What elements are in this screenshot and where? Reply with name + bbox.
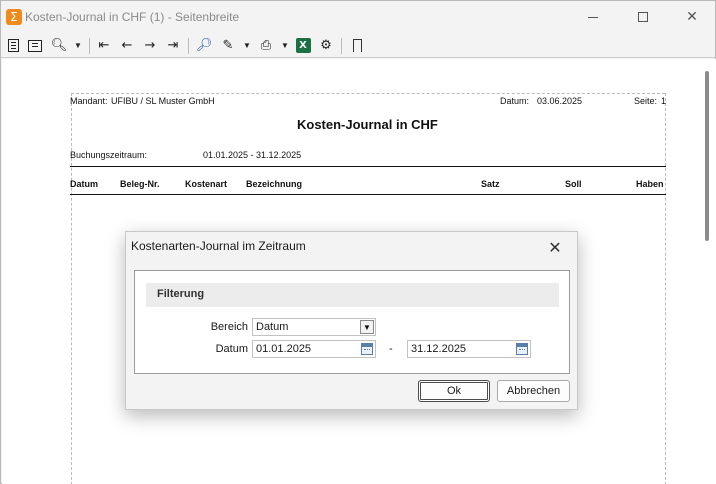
- print-dropdown-caret[interactable]: ▼: [281, 37, 289, 55]
- column-header-datum: Datum: [70, 179, 99, 189]
- maximize-button[interactable]: [620, 1, 666, 33]
- single-page-icon: [7, 39, 19, 52]
- column-header-haben: Haben: [636, 179, 664, 189]
- page-width-icon: [28, 39, 42, 52]
- report-date-value: 03.06.2025: [537, 96, 583, 106]
- settings-icon: ⚙: [320, 38, 332, 53]
- dialog-close-button[interactable]: ✕: [544, 237, 566, 259]
- edit-dropdown-caret[interactable]: ▼: [243, 37, 251, 55]
- title-bar: Σ Kosten-Journal in CHF (1) - Seitenbrei…: [1, 1, 715, 33]
- print-icon: ⎙: [260, 38, 272, 53]
- calendar-icon[interactable]: [361, 343, 373, 355]
- last-page-icon: ⇥: [167, 38, 179, 53]
- previous-page-icon: ←: [121, 38, 133, 53]
- maximize-icon: [638, 12, 648, 22]
- period-label: Buchungszeitraum:: [70, 150, 148, 160]
- settings-button[interactable]: ⚙: [317, 37, 335, 55]
- minimize-button[interactable]: [570, 1, 616, 33]
- period-value: 01.01.2025 - 31.12.2025: [203, 150, 302, 160]
- preview-toolbar: 🔍︎ ▼ ⇤ ← → ⇥ 🔎︎ ✎ ▼ ⎙ ▼ X ⚙: [1, 34, 715, 58]
- header-rule-top: [70, 166, 666, 167]
- column-header-bezeichnung: Bezeichnung: [246, 179, 303, 189]
- first-page-icon: ⇤: [98, 38, 110, 53]
- bereich-select-value: Datum: [256, 321, 289, 333]
- window-title: Kosten-Journal in CHF (1) - Seitenbreite: [25, 10, 240, 24]
- exit-icon: [352, 39, 362, 52]
- mandant-label: Mandant:: [70, 96, 108, 106]
- date-to-field[interactable]: 31.12.2025: [407, 340, 531, 358]
- bereich-select[interactable]: Datum ▼: [252, 318, 376, 336]
- column-header-soll: Soll: [565, 179, 582, 189]
- report-preview-window: Σ Kosten-Journal in CHF (1) - Seitenbrei…: [0, 0, 716, 484]
- ok-button[interactable]: Ok: [418, 380, 490, 402]
- last-page-button[interactable]: ⇥: [164, 37, 182, 55]
- column-header-beleg: Beleg-Nr.: [120, 179, 160, 189]
- toolbar-separator: [89, 38, 90, 54]
- close-icon: ✕: [686, 9, 698, 25]
- page-margin-right: [665, 93, 666, 484]
- search-button[interactable]: 🔎︎: [195, 37, 213, 55]
- date-from-field[interactable]: 01.01.2025: [252, 340, 376, 358]
- single-page-button[interactable]: [4, 37, 22, 55]
- page-margin-top: [71, 93, 665, 94]
- page-label: Seite:: [634, 96, 658, 106]
- page-number: 1: [661, 96, 667, 106]
- first-page-button[interactable]: ⇤: [95, 37, 113, 55]
- filter-group-title: Filterung: [157, 288, 205, 300]
- app-sigma-icon: Σ: [6, 9, 22, 25]
- mandant-value: UFIBU / SL Muster GmbH: [111, 96, 215, 106]
- bereich-label: Bereich: [210, 321, 248, 333]
- vertical-scrollbar[interactable]: [705, 71, 709, 241]
- ok-button-label: Ok: [446, 385, 462, 397]
- excel-export-icon: X: [295, 38, 311, 53]
- search-icon: 🔎︎: [195, 38, 213, 53]
- next-page-button[interactable]: →: [141, 37, 159, 55]
- previous-page-button[interactable]: ←: [118, 37, 136, 55]
- datum-label: Datum: [215, 343, 248, 355]
- filter-panel: Filterung Bereich Datum ▼ Datum 01.01.20…: [134, 270, 570, 374]
- minimize-icon: [588, 16, 598, 18]
- close-icon: ✕: [548, 238, 562, 257]
- toolbar-separator: [341, 38, 342, 54]
- edit-button[interactable]: ✎: [219, 37, 237, 55]
- date-to-value: 31.12.2025: [411, 343, 467, 355]
- date-from-value: 01.01.2025: [256, 343, 312, 355]
- toolbar-separator: [188, 38, 189, 54]
- journal-filter-dialog: Kostenarten-Journal im Zeitraum ✕ Filter…: [125, 231, 578, 410]
- column-header-kostenart: Kostenart: [185, 179, 228, 189]
- zoom-icon: 🔍︎: [50, 38, 68, 53]
- close-button[interactable]: ✕: [669, 1, 715, 33]
- date-range-separator: -: [389, 343, 393, 355]
- cancel-button-label: Abbrechen: [506, 385, 561, 397]
- edit-icon: ✎: [222, 38, 234, 53]
- zoom-dropdown-caret[interactable]: ▼: [74, 37, 82, 55]
- header-rule-bottom: [70, 194, 666, 195]
- calendar-icon[interactable]: [516, 343, 528, 355]
- filter-group-header: Filterung: [146, 283, 559, 307]
- exit-button[interactable]: [348, 37, 366, 55]
- report-title: Kosten-Journal in CHF: [297, 117, 438, 132]
- print-button[interactable]: ⎙: [257, 37, 275, 55]
- excel-export-button[interactable]: X: [294, 37, 312, 55]
- dialog-title: Kostenarten-Journal im Zeitraum: [131, 239, 306, 253]
- cancel-button[interactable]: Abbrechen: [497, 380, 570, 402]
- chevron-down-icon[interactable]: ▼: [360, 320, 374, 334]
- zoom-button[interactable]: 🔍︎: [50, 37, 68, 55]
- next-page-icon: →: [144, 38, 156, 53]
- column-header-satz: Satz: [481, 179, 500, 189]
- page-width-button[interactable]: [26, 37, 44, 55]
- report-date-label: Datum:: [500, 96, 530, 106]
